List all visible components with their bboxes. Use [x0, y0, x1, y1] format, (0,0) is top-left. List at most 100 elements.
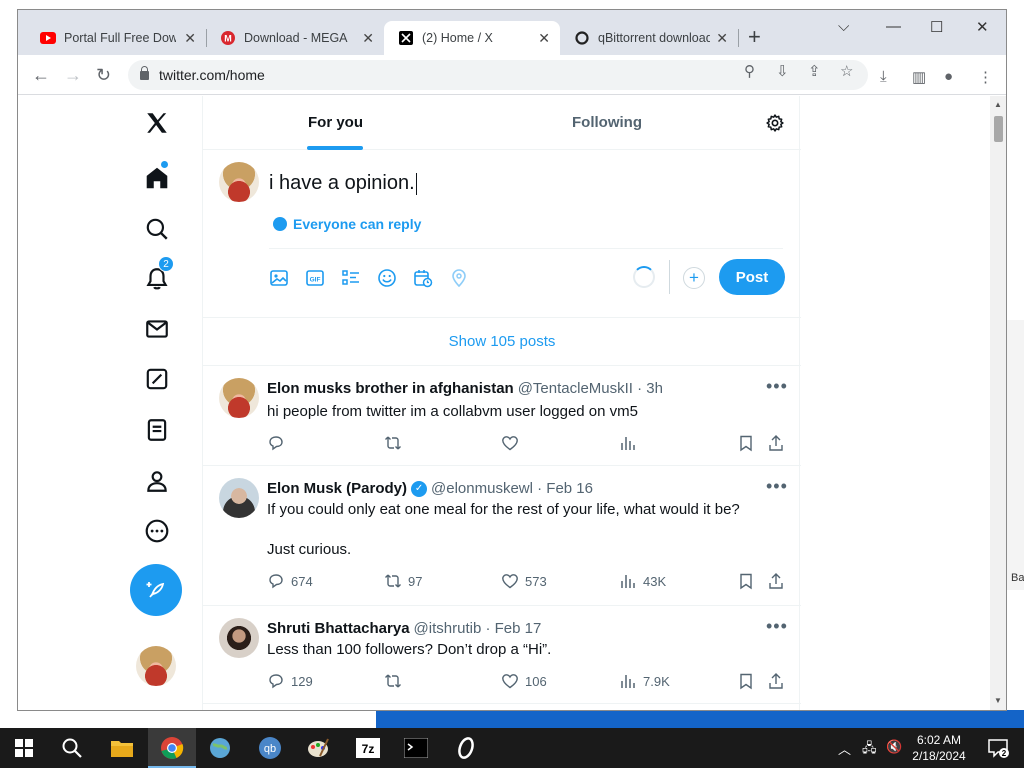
tweet-handle-time[interactable]: @TentacleMuskII · 3h: [518, 380, 663, 397]
close-window-button[interactable]: ✕: [976, 18, 989, 36]
like-button[interactable]: [501, 434, 525, 452]
show-new-posts-button[interactable]: Show 105 posts: [203, 318, 801, 366]
compose-textbox[interactable]: i have a opinion.: [269, 172, 417, 195]
windows-start-icon[interactable]: [10, 734, 38, 762]
page-scrollbar[interactable]: ▲ ▼: [990, 96, 1006, 710]
more-options-icon[interactable]: •••: [766, 476, 788, 497]
share-button[interactable]: [767, 672, 785, 690]
scroll-down-arrow-icon[interactable]: ▼: [994, 696, 1002, 705]
tweet-handle-time[interactable]: @itshrutib · Feb 17: [414, 620, 542, 637]
more-circle-icon[interactable]: [142, 516, 172, 546]
maximize-button[interactable]: ☐: [930, 18, 943, 36]
schedule-icon[interactable]: [413, 268, 433, 288]
tweet-card[interactable]: Elon musks brother in afghanistan @Tenta…: [203, 366, 801, 466]
scroll-up-arrow-icon[interactable]: ▲: [994, 100, 1002, 109]
action-center-icon[interactable]: 2: [984, 734, 1012, 762]
share-icon[interactable]: ⇪: [808, 62, 821, 80]
reply-button[interactable]: [267, 434, 291, 452]
tab-search-chevron-icon[interactable]: ⌵: [838, 18, 849, 35]
close-tab-icon[interactable]: ✕: [184, 30, 196, 47]
more-options-icon[interactable]: •••: [766, 376, 788, 397]
background-window[interactable]: Ba: [1006, 320, 1024, 590]
share-button[interactable]: [767, 434, 785, 452]
qbittorrent-app-icon[interactable]: qb: [256, 734, 284, 762]
tweet-author-name[interactable]: Elon musks brother in afghanistan: [267, 380, 514, 397]
tweet-card[interactable]: Elon Musk (Parody) ✓ @elonmuskewl · Feb …: [203, 466, 801, 606]
tab-mega[interactable]: M Download - MEGA ✕: [206, 21, 384, 55]
compose-post-button[interactable]: [130, 564, 182, 616]
more-options-icon[interactable]: •••: [766, 616, 788, 637]
system-clock[interactable]: 6:02 AM 2/18/2024: [904, 732, 974, 764]
tweet-card[interactable]: Shruti Bhattacharya @itshrutib · Feb 17 …: [203, 606, 801, 704]
menu-kebab-icon[interactable]: ⋮: [978, 68, 993, 86]
network-icon[interactable]: 🖧: [862, 739, 877, 761]
volume-muted-icon[interactable]: 🔇: [886, 739, 902, 755]
repost-button[interactable]: [384, 434, 408, 452]
views-button[interactable]: 7.9K: [619, 672, 670, 690]
search-icon[interactable]: ⚲: [744, 62, 755, 80]
home-icon[interactable]: [142, 161, 172, 193]
location-pin-icon[interactable]: [449, 268, 469, 288]
x-logo-icon[interactable]: [142, 108, 172, 138]
profile-icon[interactable]: ●: [944, 68, 953, 85]
add-post-plus-button[interactable]: +: [683, 267, 705, 289]
tab-for-you[interactable]: For you: [308, 114, 363, 131]
tweet-author-avatar[interactable]: [219, 378, 259, 418]
show-hidden-icons-chevron[interactable]: ︿: [838, 739, 851, 758]
account-avatar[interactable]: [136, 646, 176, 686]
bookmark-button[interactable]: [737, 672, 755, 690]
composer-avatar[interactable]: [219, 162, 259, 202]
reload-icon[interactable]: ↻: [96, 65, 111, 86]
chrome-icon[interactable]: [158, 734, 186, 762]
share-button[interactable]: [767, 572, 785, 590]
like-button[interactable]: 573: [501, 572, 547, 590]
minimize-button[interactable]: —: [886, 18, 901, 35]
scroll-thumb[interactable]: [994, 116, 1003, 142]
bookmark-button[interactable]: [737, 572, 755, 590]
tweet-author-name[interactable]: Shruti Bhattacharya: [267, 620, 410, 637]
reply-setting-button[interactable]: Everyone can reply: [273, 216, 421, 232]
obs-ring-icon[interactable]: [452, 734, 480, 762]
post-button[interactable]: Post: [719, 259, 785, 295]
close-tab-icon[interactable]: ✕: [538, 30, 550, 47]
close-tab-icon[interactable]: ✕: [716, 30, 728, 47]
taskbar-search-icon[interactable]: [58, 734, 86, 762]
tab-portal[interactable]: Portal Full Free Down ✕: [26, 21, 206, 55]
tab-x-home[interactable]: (2) Home / X ✕: [384, 21, 560, 55]
messages-mail-icon[interactable]: [142, 314, 172, 344]
gif-icon[interactable]: GIF: [305, 268, 325, 288]
repost-button[interactable]: [384, 672, 408, 690]
views-button[interactable]: 43K: [619, 572, 666, 590]
forward-arrow-icon[interactable]: →: [64, 65, 82, 86]
explore-search-icon[interactable]: [142, 214, 172, 244]
grok-icon[interactable]: [142, 364, 172, 394]
back-arrow-icon[interactable]: ←: [32, 65, 50, 86]
tab-qbittorrent[interactable]: qBittorrent download ✕: [560, 21, 738, 55]
poll-icon[interactable]: [341, 268, 361, 288]
tweet-author-avatar[interactable]: [219, 618, 259, 658]
new-tab-button[interactable]: +: [748, 24, 761, 50]
lists-icon[interactable]: [142, 415, 172, 445]
downloads-icon[interactable]: ⤓: [880, 68, 887, 85]
emoji-icon[interactable]: [377, 268, 397, 288]
reply-button[interactable]: 129: [267, 672, 313, 690]
tweet-author-avatar[interactable]: [219, 478, 259, 518]
views-button[interactable]: [619, 434, 643, 452]
7zip-icon[interactable]: 7z: [354, 734, 382, 762]
tab-following[interactable]: Following: [572, 114, 642, 131]
paint-app-icon[interactable]: [304, 734, 332, 762]
globe-app-icon[interactable]: [206, 734, 234, 762]
gear-icon[interactable]: [765, 113, 785, 133]
side-panel-icon[interactable]: ▥: [912, 68, 926, 86]
terminal-icon[interactable]: [402, 734, 430, 762]
close-tab-icon[interactable]: ✕: [362, 30, 374, 47]
like-button[interactable]: 106: [501, 672, 547, 690]
media-image-icon[interactable]: [269, 268, 289, 288]
profile-person-icon[interactable]: [142, 466, 172, 496]
address-bar[interactable]: twitter.com/home: [128, 60, 868, 90]
reply-button[interactable]: 674: [267, 572, 313, 590]
repost-button[interactable]: 97: [384, 572, 422, 590]
notifications-bell-icon[interactable]: 2: [142, 256, 174, 294]
install-app-icon[interactable]: ⇩: [776, 62, 789, 80]
file-explorer-icon[interactable]: [108, 734, 136, 762]
